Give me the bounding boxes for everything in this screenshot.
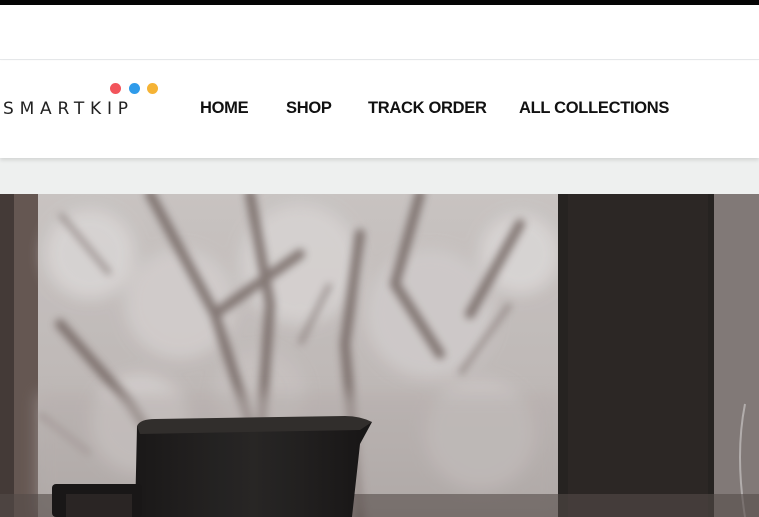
nav-all-collections[interactable]: ALL COLLECTIONS bbox=[519, 99, 669, 118]
nav-shop[interactable]: SHOP bbox=[286, 99, 332, 118]
logo-text: SMARTKIP bbox=[3, 99, 134, 119]
logo-dot-orange bbox=[147, 83, 158, 94]
logo-dot-blue bbox=[129, 83, 140, 94]
hero-image bbox=[0, 194, 759, 517]
logo-dot-red bbox=[110, 83, 121, 94]
utility-strip bbox=[0, 5, 759, 60]
hero-banner bbox=[0, 194, 759, 517]
logo-link[interactable]: SMARTKIP bbox=[3, 81, 168, 121]
nav-home[interactable]: HOME bbox=[200, 99, 249, 118]
nav-track-order[interactable]: TRACK ORDER bbox=[368, 99, 487, 118]
site-header: SMARTKIP HOME SHOP TRACK ORDER ALL COLLE… bbox=[0, 61, 759, 158]
subheader-band bbox=[0, 158, 759, 194]
